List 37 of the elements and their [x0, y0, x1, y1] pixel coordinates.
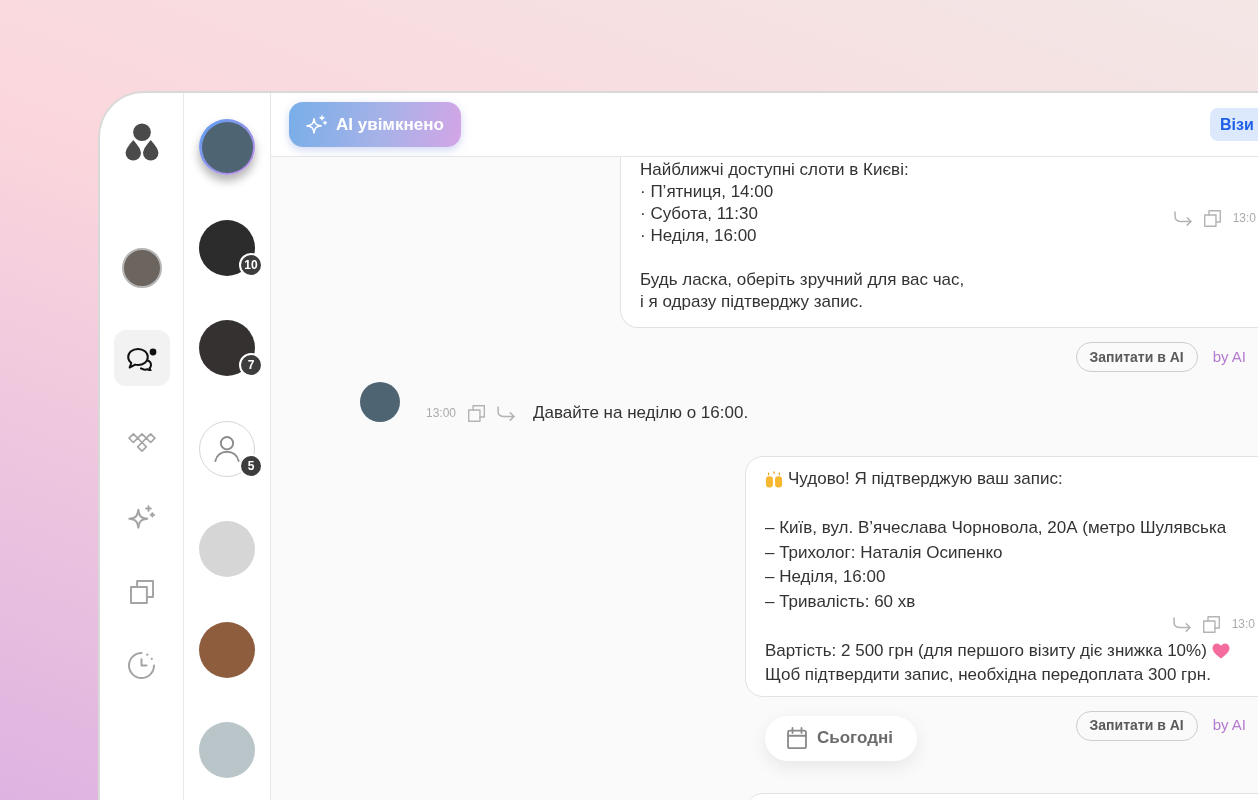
- sparkle-icon: [128, 505, 155, 529]
- message-text: Чудово! Я підтверджую ваш запис:: [788, 468, 1063, 490]
- sender-avatar: [360, 382, 400, 422]
- visit-button[interactable]: Візи: [1210, 108, 1258, 141]
- calendar-icon: [787, 727, 807, 749]
- ai-source-label: by AI: [1212, 346, 1246, 367]
- person-icon: [214, 435, 240, 462]
- ai-source-label: by AI: [1212, 715, 1246, 736]
- message-text: Будь ласка, оберіть зручний для вас час, і я одразу підтверджу запис.: [640, 269, 965, 313]
- message-time: 13:0: [1231, 618, 1255, 630]
- chat-bubbles-icon: [126, 345, 157, 371]
- squares-icon: [129, 580, 154, 604]
- message-text: Щоб підтвердити запис, необхідна передоплата 300 грн.: [765, 664, 1211, 686]
- sparkle-icon: [306, 115, 327, 134]
- logo-icon: [123, 123, 160, 161]
- message-time: 13:0: [1232, 212, 1256, 224]
- reply-icon[interactable]: [1172, 616, 1191, 632]
- copy-icon[interactable]: [1203, 209, 1221, 227]
- diamonds-icon: [127, 432, 156, 452]
- unread-badge: 7: [239, 353, 263, 377]
- nav-button[interactable]: [113, 330, 170, 386]
- reply-icon[interactable]: [497, 405, 516, 421]
- clock-icon: [128, 651, 155, 679]
- message-time: 13:00: [426, 407, 457, 419]
- reply-icon[interactable]: [1173, 210, 1192, 226]
- unread-badge: 5: [239, 453, 263, 478]
- date-chip[interactable]: Сьогодні: [765, 715, 917, 761]
- conversation-avatar[interactable]: [199, 320, 255, 376]
- message-text: – Київ, вул. В’ячеслава Чорновола, 20А (метро Шулявська – Трихолог: Наталія Осипенко – Неділя, 16:00 – Тривалість: 60 хв: [765, 517, 1227, 613]
- unread-badge: 10: [239, 252, 263, 277]
- message-text: Давайте на неділю о 16:00.: [533, 402, 749, 425]
- conversation-avatar[interactable]: [199, 119, 255, 175]
- copy-icon[interactable]: [468, 404, 486, 422]
- message-text: Вартість: 2 500 грн (для першого візиту діє знижка 10%): [765, 639, 1207, 662]
- profile-avatar[interactable]: [121, 248, 162, 288]
- message-text: Найближчі доступні слоти в Києві: · П’ятниця, 14:00 · Субота, 11:30 · Неділя, 16:00: [640, 159, 909, 247]
- copy-icon[interactable]: [1202, 615, 1220, 633]
